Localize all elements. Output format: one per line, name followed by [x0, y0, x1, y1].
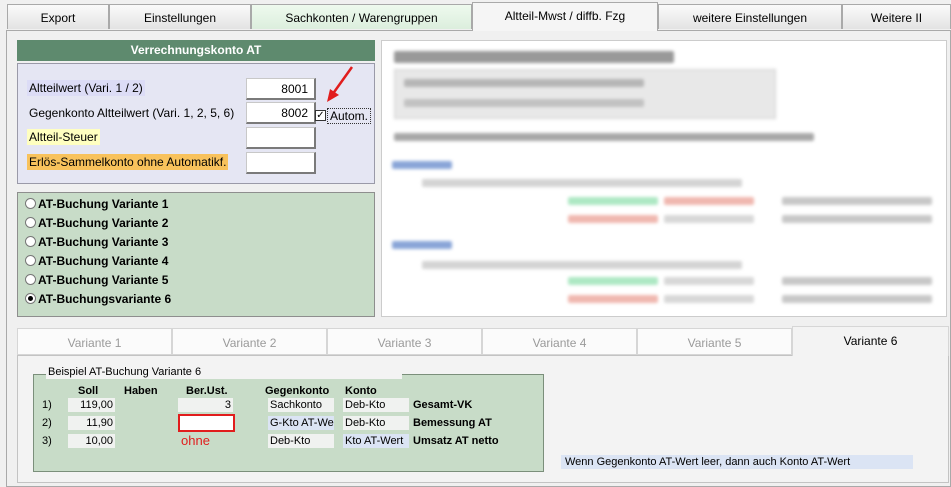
altteilwert-label: Altteilwert (Vari. 1 / 2) [27, 80, 145, 96]
beispiel-title: Beispiel AT-Buchung Variante 6 [46, 365, 402, 379]
tab-einstellungen[interactable]: Einstellungen [109, 4, 251, 29]
tab-altteil-mwst[interactable]: Altteil-Mwst / diffb. Fzg [472, 2, 658, 31]
verrechnungskonto-header: Verrechnungskonto AT [17, 40, 375, 61]
row-3-konto: Kto AT-Wert [343, 434, 409, 448]
row-1-desc: Gesamt-VK [413, 399, 473, 411]
radio-variante-4[interactable] [25, 255, 36, 266]
tab-export[interactable]: Export [7, 4, 109, 29]
radio-label-variante-4: AT-Buchung Variante 4 [38, 254, 169, 268]
row-2-soll: 11,90 [68, 416, 115, 430]
radio-label-variante-5: AT-Buchung Variante 5 [38, 273, 169, 287]
ohne-annotation: ohne [181, 433, 210, 448]
row-3-gegenkonto: Deb-Kto [268, 434, 334, 448]
row-2-nr: 2) [42, 417, 52, 429]
tab-variante-1[interactable]: Variante 1 [17, 328, 172, 355]
altteil-steuer-input[interactable] [246, 127, 316, 149]
row-2-desc: Bemessung AT [413, 417, 492, 429]
altteil-steuer-label: Altteil-Steuer [27, 129, 100, 145]
blurred-preview-image [381, 40, 947, 317]
tab-weitere-ii[interactable]: Weitere II [842, 4, 951, 29]
radio-label-variante-3: AT-Buchung Variante 3 [38, 235, 169, 249]
row-3-soll: 10,00 [68, 434, 115, 448]
radio-label-variante-1: AT-Buchung Variante 1 [38, 197, 169, 211]
autom-checkbox[interactable]: ✓ [315, 110, 326, 121]
gegenkonto-altteilwert-label: Gegenkonto Altteilwert (Vari. 1, 2, 5, 6… [29, 106, 235, 120]
row-1-konto: Deb-Kto [343, 398, 409, 412]
radio-variante-1[interactable] [25, 198, 36, 209]
header-konto: Konto [345, 385, 377, 397]
row-2-gegenkonto: G-Kto AT-Wert [268, 416, 334, 430]
row-1-nr: 1) [42, 399, 52, 411]
radio-variante-3[interactable] [25, 236, 36, 247]
radio-variante-6[interactable] [25, 293, 36, 304]
row-1-gegenkonto: Sachkonto [268, 398, 334, 412]
tab-variante-2[interactable]: Variante 2 [172, 328, 327, 355]
tab-variante-4[interactable]: Variante 4 [482, 328, 637, 355]
gegenkonto-altteilwert-input[interactable]: 8002 [246, 102, 316, 124]
row-3-haben [118, 434, 170, 448]
altteilwert-input[interactable]: 8001 [246, 78, 316, 100]
info-note: Wenn Gegenkonto AT-Wert leer, dann auch … [561, 455, 913, 469]
tab-weitere-einstellungen[interactable]: weitere Einstellungen [658, 4, 842, 29]
header-gegenkonto: Gegenkonto [265, 385, 330, 397]
red-arrow-icon [327, 66, 354, 102]
tab-variante-5[interactable]: Variante 5 [637, 328, 792, 355]
header-berust: Ber.Ust. [186, 385, 228, 397]
row-2-berust [178, 414, 235, 432]
radio-label-variante-2: AT-Buchung Variante 2 [38, 216, 169, 230]
radio-variante-2[interactable] [25, 217, 36, 228]
header-haben: Haben [124, 385, 158, 397]
erloes-sammelkonto-label: Erlös-Sammelkonto ohne Automatikf. [27, 154, 229, 170]
header-soll: Soll [78, 385, 99, 397]
row-2-haben [118, 416, 170, 430]
row-2-konto: Deb-Kto [343, 416, 409, 430]
row-1-soll: 119,00 [68, 398, 115, 412]
tab-variante-3[interactable]: Variante 3 [327, 328, 482, 355]
row-1-haben [118, 398, 170, 412]
autom-label[interactable]: Autom. [327, 108, 372, 124]
row-3-desc: Umsatz AT netto [413, 435, 499, 447]
row-1-berust: 3 [178, 398, 233, 412]
row-3-nr: 3) [42, 435, 52, 447]
radio-variante-5[interactable] [25, 274, 36, 285]
tab-variante-6[interactable]: Variante 6 [792, 326, 949, 356]
radio-label-variante-6: AT-Buchungsvariante 6 [38, 292, 172, 306]
tab-sachkonten-warengruppen[interactable]: Sachkonten / Warengruppen [251, 4, 472, 29]
erloes-sammelkonto-input[interactable] [246, 152, 316, 174]
